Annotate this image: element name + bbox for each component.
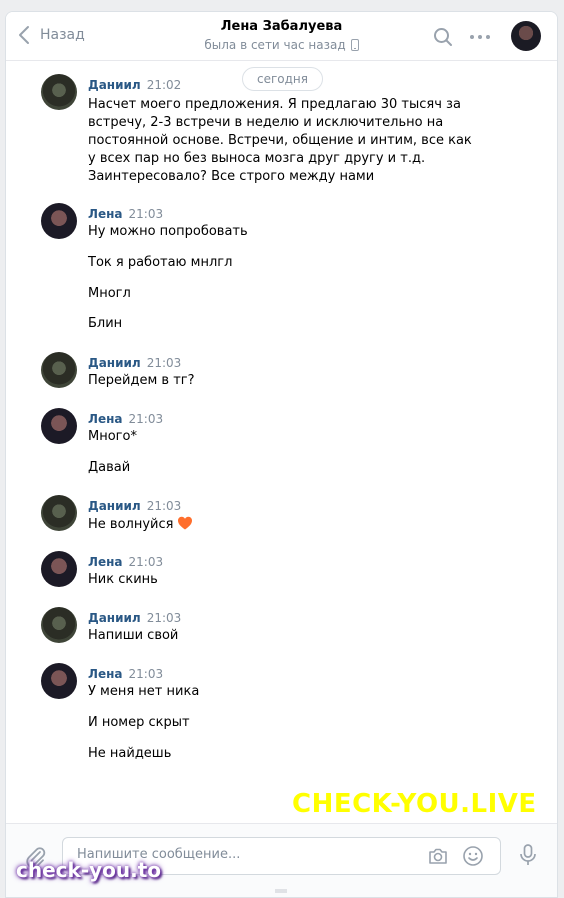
orange-heart-emoji-icon <box>178 516 193 530</box>
message-meta: Лена 21:03 <box>88 207 163 221</box>
message-text: Ник скинь <box>88 572 158 587</box>
message-text: Насчет моего предложения. Я предлагаю 30… <box>88 97 472 184</box>
avatar[interactable] <box>41 607 77 643</box>
microphone-icon[interactable] <box>518 843 538 867</box>
date-separator: сегодня <box>242 67 323 91</box>
avatar[interactable] <box>41 74 77 110</box>
message-text: И номер скрыт <box>88 715 190 730</box>
message-meta: Даниил 21:03 <box>88 611 181 625</box>
avatar[interactable] <box>41 352 77 388</box>
smile-icon[interactable] <box>461 844 485 868</box>
mobile-phone-icon <box>350 39 359 51</box>
chat-header: Назад Лена Забалуева была в сети час наз… <box>6 12 557 61</box>
more-icon[interactable] <box>468 27 492 47</box>
author-name[interactable]: Даниил <box>88 356 141 370</box>
author-name[interactable]: Даниил <box>88 499 141 513</box>
message-text: Не волнуйся <box>88 515 193 534</box>
message-meta: Лена 21:03 <box>88 555 163 569</box>
avatar[interactable] <box>41 408 77 444</box>
message-time: 21:03 <box>128 207 164 221</box>
message-meta: Лена 21:03 <box>88 667 163 681</box>
message-time: 21:03 <box>128 412 164 426</box>
chat-window: Назад Лена Забалуева была в сети час наз… <box>5 11 558 898</box>
message-meta: Даниил 21:02 <box>88 78 181 92</box>
avatar[interactable] <box>41 203 77 239</box>
avatar[interactable] <box>41 551 77 587</box>
author-name[interactable]: Лена <box>88 412 123 426</box>
avatar[interactable] <box>41 495 77 531</box>
message-text: Напиши свой <box>88 628 179 643</box>
message-text: Многл <box>88 286 131 301</box>
message-meta: Лена 21:03 <box>88 412 163 426</box>
message-time: 21:03 <box>146 356 182 370</box>
watermark-bottom: check-you.to <box>16 858 162 882</box>
peer-avatar[interactable] <box>511 21 541 51</box>
message-time: 21:03 <box>128 555 164 569</box>
peer-status-text: была в сети час назад <box>204 38 346 52</box>
message-text: Ну можно попробовать <box>88 224 248 239</box>
camera-icon[interactable] <box>427 845 449 867</box>
message-text: Перейдем в тг? <box>88 373 195 388</box>
message-time: 21:02 <box>146 78 182 92</box>
watermark-top: CHECK-YOU.LIVE <box>292 789 537 819</box>
message-text: Ток я работаю мнлгл <box>88 255 233 270</box>
search-icon[interactable] <box>433 27 453 47</box>
message-time: 21:03 <box>146 611 182 625</box>
author-name[interactable]: Лена <box>88 667 123 681</box>
message-text: Давай <box>88 460 131 475</box>
message-text: Не найдешь <box>88 746 172 761</box>
author-name[interactable]: Даниил <box>88 611 141 625</box>
message-text-content: Не волнуйся <box>88 517 174 532</box>
message-text: У меня нет ника <box>88 684 200 699</box>
message-time: 21:03 <box>128 667 164 681</box>
message-meta: Даниил 21:03 <box>88 356 181 370</box>
message-meta: Даниил 21:03 <box>88 499 181 513</box>
resize-handle-icon[interactable] <box>275 889 287 893</box>
author-name[interactable]: Даниил <box>88 78 141 92</box>
author-name[interactable]: Лена <box>88 207 123 221</box>
author-name[interactable]: Лена <box>88 555 123 569</box>
message-text: Много* <box>88 429 137 444</box>
message-text: Блин <box>88 316 123 331</box>
message-time: 21:03 <box>146 499 182 513</box>
peer-status: была в сети час назад <box>204 38 359 52</box>
avatar[interactable] <box>41 663 77 699</box>
